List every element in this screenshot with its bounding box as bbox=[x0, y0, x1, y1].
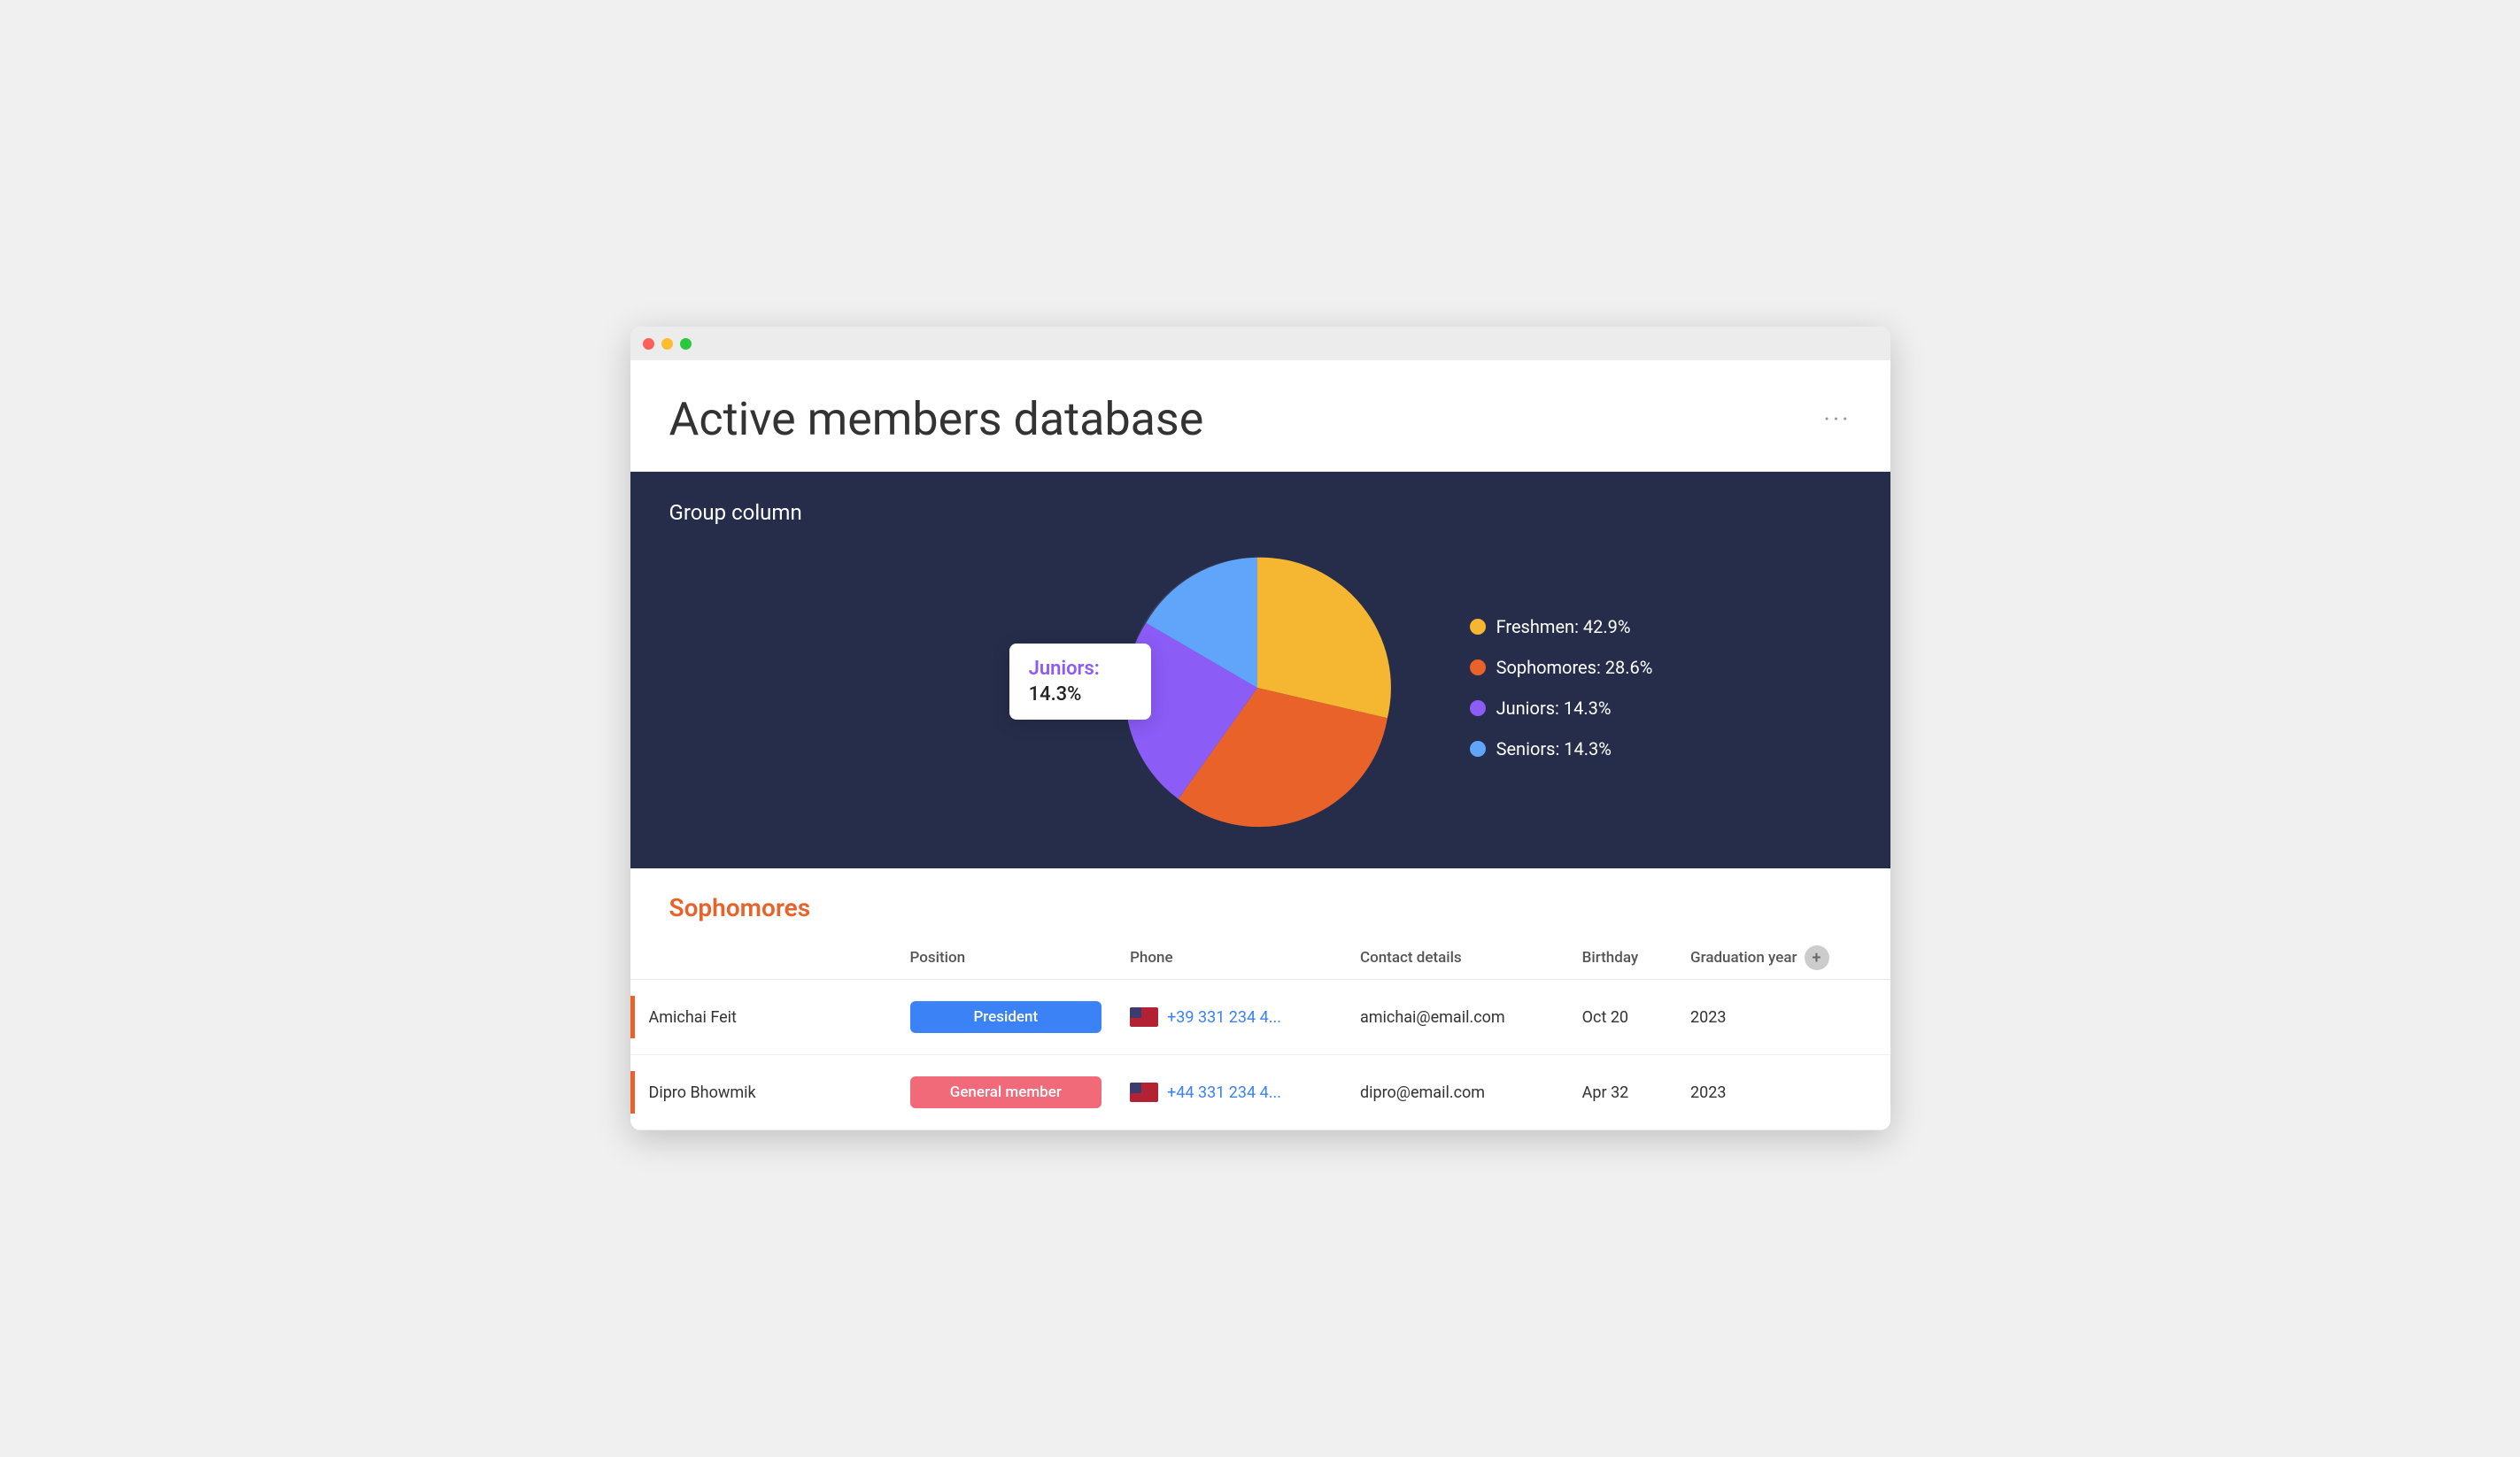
table-row: Dipro Bhowmik General member +44 331 234… bbox=[630, 1055, 1890, 1130]
col-name bbox=[630, 937, 896, 980]
graduation-cell-2: 2023 bbox=[1676, 1055, 1890, 1130]
phone-number-1: +39 331 234 4... bbox=[1167, 1008, 1281, 1027]
legend-dot-freshmen bbox=[1470, 619, 1486, 635]
birthday-cell-2: Apr 32 bbox=[1568, 1055, 1676, 1130]
pie-chart[interactable]: Juniors: 14.3% bbox=[1116, 546, 1399, 829]
legend-item-seniors: Seniors: 14.3% bbox=[1470, 738, 1653, 759]
page-title: Active members database bbox=[669, 392, 1204, 446]
add-column-button[interactable]: + bbox=[1805, 945, 1829, 970]
col-birthday: Birthday bbox=[1568, 937, 1676, 980]
col-phone: Phone bbox=[1116, 937, 1346, 980]
close-dot[interactable] bbox=[643, 338, 654, 350]
phone-cell-2: +44 331 234 4... bbox=[1116, 1055, 1346, 1130]
legend-item-sophomores: Sophomores: 28.6% bbox=[1470, 657, 1653, 678]
position-cell-1: President bbox=[896, 980, 1117, 1055]
main-window: Active members database ··· Group column bbox=[630, 327, 1890, 1130]
flag-icon-1 bbox=[1130, 1007, 1158, 1027]
tooltip-title: Juniors: bbox=[1029, 658, 1132, 680]
legend-label-juniors: Juniors: 14.3% bbox=[1496, 698, 1612, 719]
graduation-cell-1: 2023 bbox=[1676, 980, 1890, 1055]
phone-cell-1: +39 331 234 4... bbox=[1116, 980, 1346, 1055]
row-indicator-2 bbox=[630, 1071, 635, 1114]
col-contact: Contact details bbox=[1346, 937, 1568, 980]
flag-icon-2 bbox=[1130, 1083, 1158, 1102]
position-cell-2: General member bbox=[896, 1055, 1117, 1130]
group-heading: Sophomores bbox=[630, 893, 1890, 937]
titlebar bbox=[630, 327, 1890, 360]
legend-item-juniors: Juniors: 14.3% bbox=[1470, 698, 1653, 719]
birthday-cell-1: Oct 20 bbox=[1568, 980, 1676, 1055]
table-row: Amichai Feit President +39 331 234 4... … bbox=[630, 980, 1890, 1055]
legend-item-freshmen: Freshmen: 42.9% bbox=[1470, 616, 1653, 637]
chart-section-label: Group column bbox=[669, 500, 1851, 525]
legend-label-seniors: Seniors: 14.3% bbox=[1496, 738, 1612, 759]
email-cell-2[interactable]: dipro@email.com bbox=[1346, 1055, 1568, 1130]
legend-label-freshmen: Freshmen: 42.9% bbox=[1496, 616, 1631, 637]
member-name-1: Amichai Feit bbox=[649, 1008, 737, 1027]
col-graduation: Graduation year + bbox=[1676, 937, 1890, 980]
position-badge-1: President bbox=[910, 1001, 1102, 1033]
minimize-dot[interactable] bbox=[661, 338, 673, 350]
legend-label-sophomores: Sophomores: 28.6% bbox=[1496, 657, 1653, 678]
members-table: Position Phone Contact details Birthday … bbox=[630, 937, 1890, 1130]
tooltip-value: 14.3% bbox=[1029, 683, 1132, 705]
more-options-button[interactable]: ··· bbox=[1824, 405, 1851, 434]
table-section: Sophomores Position Phone Contact detail… bbox=[630, 868, 1890, 1130]
position-badge-2: General member bbox=[910, 1076, 1102, 1108]
name-cell-2: Dipro Bhowmik bbox=[630, 1055, 896, 1129]
maximize-dot[interactable] bbox=[680, 338, 692, 350]
chart-tooltip: Juniors: 14.3% bbox=[1009, 644, 1151, 720]
phone-number-2: +44 331 234 4... bbox=[1167, 1083, 1281, 1102]
col-position: Position bbox=[896, 937, 1117, 980]
name-cell-1: Amichai Feit bbox=[630, 980, 896, 1054]
legend-dot-juniors bbox=[1470, 700, 1486, 716]
row-indicator-1 bbox=[630, 996, 635, 1038]
chart-section: Group column bbox=[630, 472, 1890, 868]
email-cell-1[interactable]: amichai@email.com bbox=[1346, 980, 1568, 1055]
chart-container: Juniors: 14.3% Freshmen: 42.9% Sophomore… bbox=[669, 546, 1851, 829]
member-name-2: Dipro Bhowmik bbox=[649, 1083, 756, 1102]
legend-dot-sophomores bbox=[1470, 659, 1486, 675]
chart-legend: Freshmen: 42.9% Sophomores: 28.6% Junior… bbox=[1470, 616, 1653, 759]
legend-dot-seniors bbox=[1470, 741, 1486, 757]
table-header-row: Position Phone Contact details Birthday … bbox=[630, 937, 1890, 980]
page-header: Active members database ··· bbox=[630, 360, 1890, 472]
